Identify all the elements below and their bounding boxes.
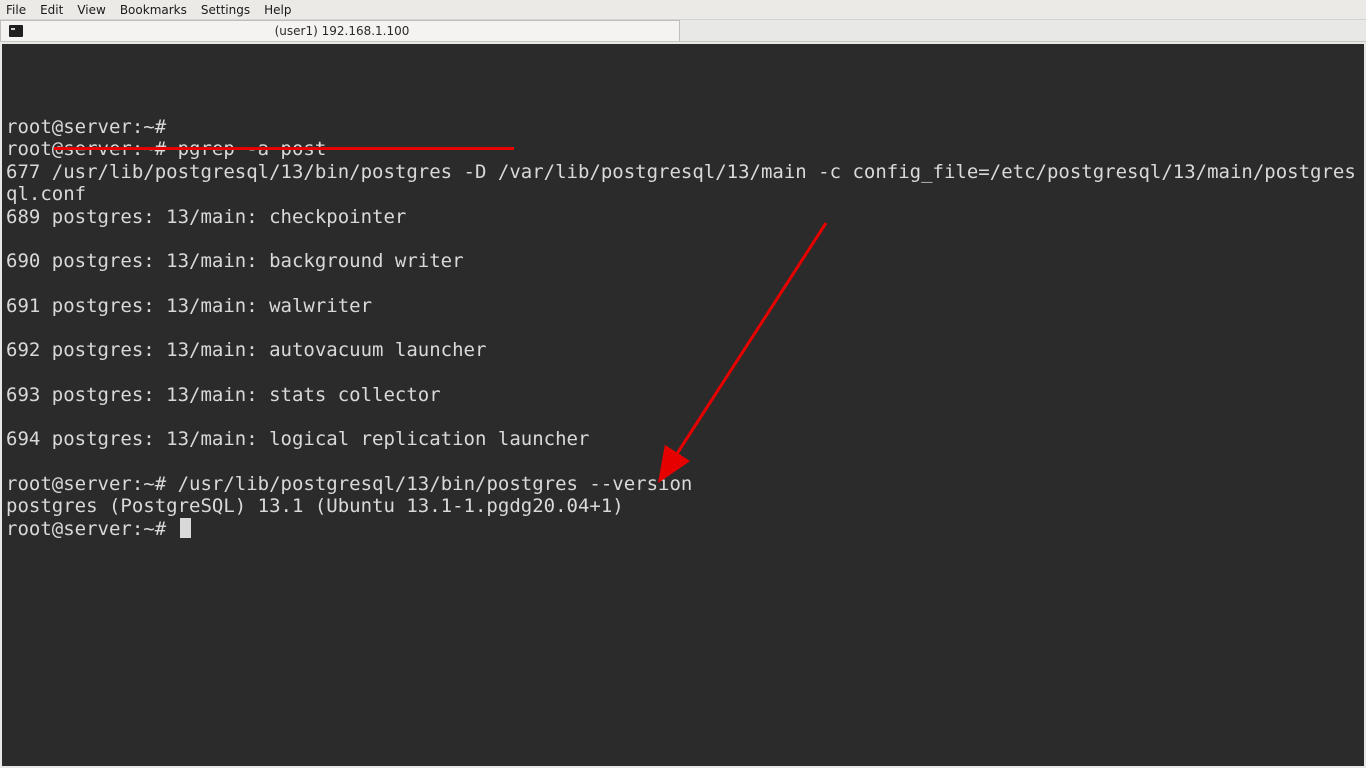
terminal-tab[interactable]: (user1) 192.168.1.100 bbox=[0, 20, 680, 41]
tab-title: (user1) 192.168.1.100 bbox=[29, 24, 679, 38]
prompt: root@server:~# bbox=[6, 473, 178, 495]
annotation-underline bbox=[54, 147, 514, 150]
tab-bar: (user1) 192.168.1.100 bbox=[0, 20, 1366, 42]
terminal-content: root@server:~# root@server:~# pgrep -a p… bbox=[6, 93, 1358, 675]
menu-edit[interactable]: Edit bbox=[40, 3, 63, 17]
terminal-icon bbox=[9, 25, 23, 37]
output-693: 693 postgres: 13/main: stats collector bbox=[6, 384, 452, 406]
prompt: root@server:~# bbox=[6, 518, 178, 540]
menu-bookmarks[interactable]: Bookmarks bbox=[120, 3, 187, 17]
menu-help[interactable]: Help bbox=[264, 3, 291, 17]
output-692: 692 postgres: 13/main: autovacuum launch… bbox=[6, 339, 498, 361]
output-691: 691 postgres: 13/main: walwriter bbox=[6, 295, 384, 317]
menu-bar: File Edit View Bookmarks Settings Help bbox=[0, 0, 1366, 20]
menu-view[interactable]: View bbox=[77, 3, 105, 17]
output-694: 694 postgres: 13/main: logical replicati… bbox=[6, 428, 601, 450]
output-677: 677 /usr/lib/postgresql/13/bin/postgres … bbox=[6, 161, 1356, 206]
cursor bbox=[180, 518, 191, 538]
output-690: 690 postgres: 13/main: background writer bbox=[6, 250, 475, 272]
prompt: root@server:~# bbox=[6, 116, 178, 138]
menu-file[interactable]: File bbox=[6, 3, 26, 17]
terminal[interactable]: root@server:~# root@server:~# pgrep -a p… bbox=[2, 44, 1364, 766]
output-689: 689 postgres: 13/main: checkpointer bbox=[6, 206, 418, 228]
cmd-version: /usr/lib/postgresql/13/bin/postgres --ve… bbox=[178, 473, 693, 495]
output-version: postgres (PostgreSQL) 13.1 (Ubuntu 13.1-… bbox=[6, 495, 624, 517]
menu-settings[interactable]: Settings bbox=[201, 3, 250, 17]
